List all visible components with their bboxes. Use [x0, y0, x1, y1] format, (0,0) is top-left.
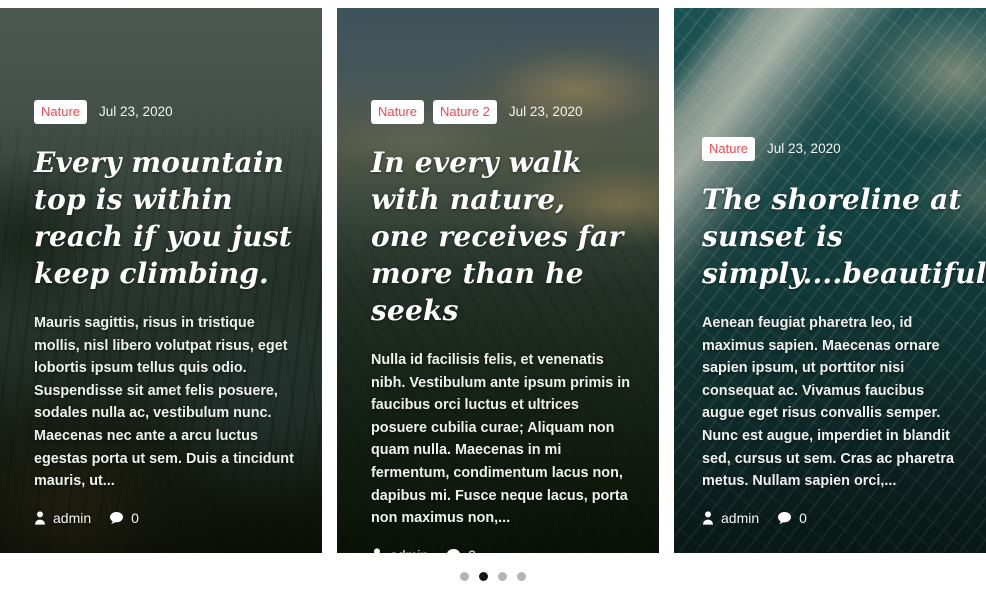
user-icon [34, 511, 46, 525]
category-tag-secondary[interactable]: Nature 2 [433, 100, 497, 124]
category-tag[interactable]: Nature [371, 100, 425, 124]
pagination-dot[interactable] [460, 571, 469, 581]
post-date: Jul 23, 2020 [99, 104, 173, 120]
carousel-track[interactable]: Nature Jul 23, 2020 Every mountain top i… [0, 8, 986, 553]
post-card-body: Nature Jul 23, 2020 The shoreline at sun… [674, 8, 986, 553]
post-card-body: Nature Nature 2 Jul 23, 2020 In every wa… [337, 8, 659, 553]
comment-bubble-icon [777, 511, 792, 525]
category-tag[interactable]: Nature [702, 137, 756, 161]
post-meta-row: Nature Jul 23, 2020 [702, 137, 968, 161]
comment-bubble-icon [446, 548, 461, 553]
post-author[interactable]: admin [34, 511, 91, 525]
post-excerpt: Mauris sagittis, risus in tristique moll… [34, 315, 294, 490]
post-card[interactable]: Nature Jul 23, 2020 The shoreline at sun… [674, 8, 986, 553]
post-card[interactable]: Nature Nature 2 Jul 23, 2020 In every wa… [337, 8, 659, 553]
post-author[interactable]: admin [371, 548, 428, 553]
post-author-name: admin [390, 548, 428, 553]
post-title[interactable]: Every mountain top is within reach if yo… [34, 144, 294, 292]
post-comment-count: 0 [131, 509, 139, 526]
post-carousel[interactable]: Nature Jul 23, 2020 Every mountain top i… [0, 0, 986, 594]
post-meta-row: Nature Nature 2 Jul 23, 2020 [371, 100, 631, 124]
post-author[interactable]: admin [702, 511, 759, 525]
user-icon [702, 511, 714, 525]
post-author-name: admin [721, 509, 760, 526]
post-excerpt: Nulla id facilisis felis, et venenatis n… [371, 352, 631, 527]
category-tag[interactable]: Nature [34, 100, 88, 124]
post-date: Jul 23, 2020 [508, 104, 583, 120]
post-card[interactable]: Nature Jul 23, 2020 Every mountain top i… [0, 8, 322, 553]
post-card-body: Nature Jul 23, 2020 Every mountain top i… [0, 8, 322, 553]
post-footer: admin 0 [702, 493, 968, 525]
pagination-dot[interactable] [498, 571, 507, 581]
post-excerpt: Aenean feugiat pharetra leo, id maximus … [702, 315, 954, 490]
user-icon [371, 548, 383, 553]
post-meta-row: Nature Jul 23, 2020 [34, 100, 294, 124]
post-footer: admin 0 [371, 530, 631, 553]
post-date: Jul 23, 2020 [767, 141, 841, 157]
carousel-pagination[interactable] [0, 566, 986, 586]
post-comment-count: 0 [468, 548, 476, 553]
pagination-dot[interactable] [517, 571, 526, 581]
post-title[interactable]: In every walk with nature, one receives … [371, 144, 631, 329]
post-comments[interactable]: 0 [777, 511, 807, 525]
post-title[interactable]: The shoreline at sunset is simply....bea… [702, 181, 986, 292]
post-author-name: admin [53, 509, 92, 526]
post-footer: admin 0 [34, 493, 294, 525]
post-comments[interactable]: 0 [446, 548, 476, 553]
post-comment-count: 0 [799, 509, 807, 526]
comment-bubble-icon [109, 511, 124, 525]
post-comments[interactable]: 0 [109, 511, 139, 525]
pagination-dot-active[interactable] [479, 571, 488, 581]
